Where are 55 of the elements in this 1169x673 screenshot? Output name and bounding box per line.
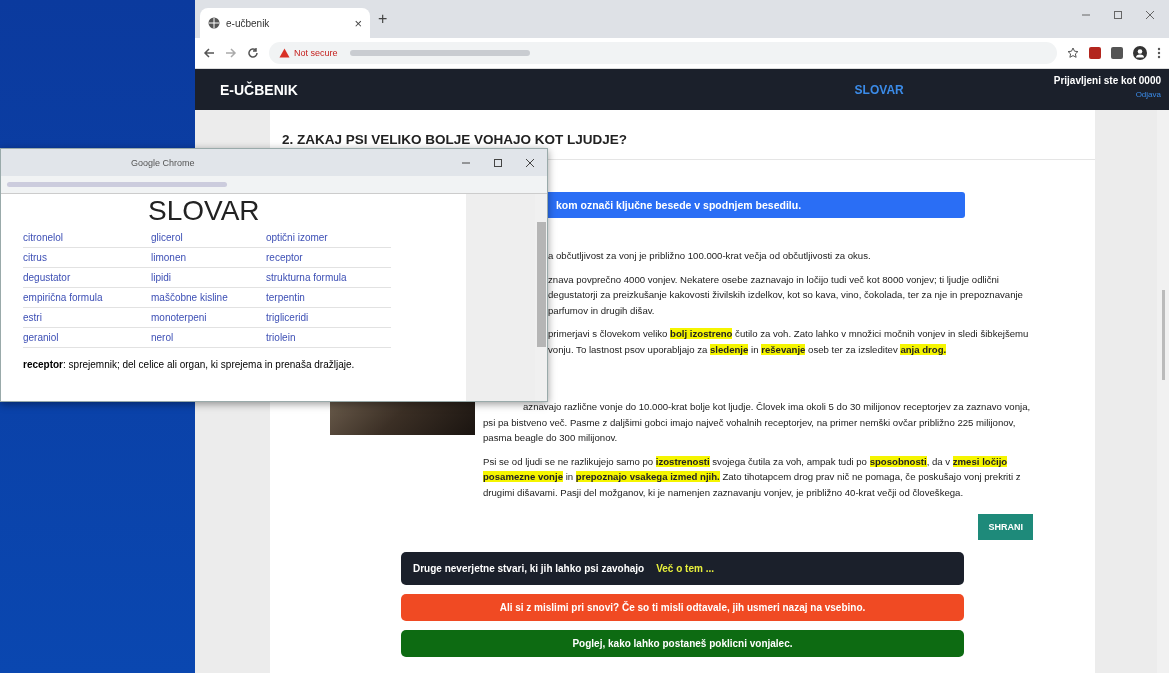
instruction-banner: kom označi ključne besede v spodnjem besedilu.	[548, 192, 965, 218]
profile-icon[interactable]	[1133, 46, 1147, 60]
term-link[interactable]: citronelol	[23, 228, 151, 248]
menu-icon[interactable]	[1157, 47, 1161, 59]
more-link[interactable]: Več o tem ...	[656, 563, 714, 574]
term-link[interactable]: citrus	[23, 248, 151, 268]
star-icon[interactable]	[1067, 47, 1079, 59]
reload-icon[interactable]	[247, 47, 259, 59]
user-status: Prijavljeni ste kot 0000	[1053, 75, 1161, 86]
logout-link[interactable]: Odjava	[1135, 90, 1161, 99]
term-link[interactable]: strukturna formula	[266, 268, 391, 288]
security-label: Not secure	[294, 48, 338, 58]
term-link[interactable]: lipidi	[151, 268, 266, 288]
banner-text: Druge neverjetne stvari, ki jih lahko psi zavohajo	[413, 563, 645, 574]
back-arrow-icon[interactable]	[203, 47, 215, 59]
term-link[interactable]: nerol	[151, 328, 266, 348]
paragraph: znava povprečno 4000 vonjev. Nekatere osebe zaznavajo in ločijo tudi več kot 8000 vonjev; ti ljudje odlični degustatorji za preizkušanje kakovosti živilskih izdelkov, kot so kava, vino, čokolada, ter za nje in prepoznavanje parfumov in drugih dišav.	[547, 272, 1024, 318]
dictionary-title: SLOVAR	[147, 194, 261, 228]
term-link[interactable]: empirična formula	[23, 288, 151, 308]
extension-icon[interactable]	[1089, 47, 1101, 59]
term-link[interactable]: trigliceridi	[266, 308, 391, 328]
link-banner[interactable]: Poglej, kako lahko postaneš poklicni vonjalec.	[401, 630, 964, 657]
term-link[interactable]: receptor	[266, 248, 391, 268]
tab-close-button[interactable]: ×	[354, 15, 362, 31]
scrollbar[interactable]	[1157, 110, 1169, 673]
term-link[interactable]: limonen	[151, 248, 266, 268]
paragraph: a občutljivost za vonj je približno 100.000-krat večja od občutljivosti za okus.	[547, 249, 872, 263]
close-icon[interactable]	[525, 157, 535, 168]
term-link[interactable]: triolein	[266, 328, 391, 348]
term-link[interactable]: monoterpeni	[151, 308, 266, 328]
dictionary-link[interactable]: SLOVAR	[854, 82, 904, 97]
site-logo[interactable]: E-UČBENIK	[220, 81, 298, 98]
new-tab-button[interactable]: +	[378, 10, 388, 28]
paragraph: Psi se od ljudi se ne razlikujejo samo po izostrenosti svojega čutila za voh, ampak tudi po sposobnosti, da v zmesi ločijo posamezne vonje in prepoznajo vsakega izmed njih. Zato tihotapcem drog prav nič ne pomaga, če poskušajo vonj prekriti z drugimi dišavami. Pasji del možganov, ki je namenjen zaznavanju vonjev, je približno 40-krat večji od človeškega.	[483, 454, 1022, 500]
forward-arrow-icon[interactable]	[225, 47, 237, 59]
term-definition: receptor: sprejemnik; del celice ali organ, ki sprejema in prenaša dražljaje.	[23, 358, 356, 372]
maximize-icon[interactable]	[493, 157, 503, 168]
address-bar[interactable]: Not secure	[269, 42, 1057, 64]
term-link[interactable]: optični izomer	[266, 228, 391, 248]
save-button[interactable]: SHRANI	[978, 514, 1033, 540]
extension-icon[interactable]	[1111, 47, 1123, 59]
term-link[interactable]: maščobne kisline	[151, 288, 266, 308]
term-link[interactable]: terpentin	[266, 288, 391, 308]
term-link[interactable]: geraniol	[23, 328, 151, 348]
warning-icon	[279, 48, 290, 58]
term-link[interactable]: glicerol	[151, 228, 266, 248]
paragraph: aznavajo različne vonje do 10.000-krat bolje kot ljudje. Človek ima okoli 5 do 30 milijonov receptorjev za zaznavo vonja, psi pa bistveno več. Pasme z daljšimi gobci imajo največ vohalnih receptorjev, na primer nemški ovčar približno 225 milijonov, pasma beagle do 300 milijonov.	[483, 400, 1032, 445]
term-link[interactable]: estri	[23, 308, 151, 328]
close-icon[interactable]	[1145, 10, 1155, 20]
warning-banner[interactable]: Ali si z mislimi pri snovi? Če so ti misli odtavale, jih usmeri nazaj na vsebino.	[401, 594, 964, 621]
window-title: Google Chrome	[131, 157, 195, 168]
maximize-icon[interactable]	[1113, 10, 1123, 20]
globe-icon	[208, 17, 220, 29]
browser-tab[interactable]: e-učbenik ×	[200, 8, 370, 38]
term-link[interactable]: degustator	[23, 268, 151, 288]
